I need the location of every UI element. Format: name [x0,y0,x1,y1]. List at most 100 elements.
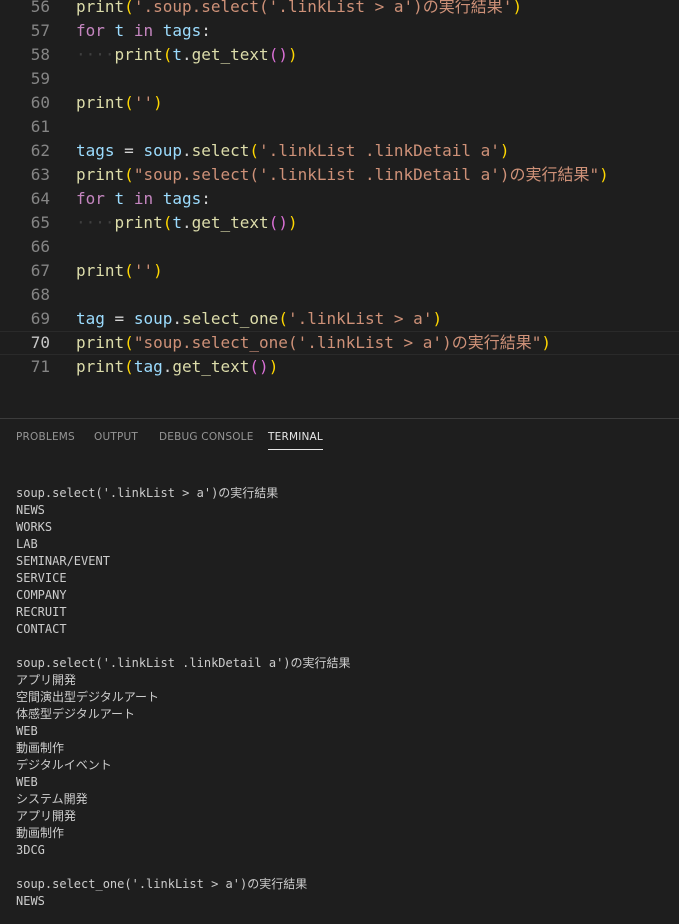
code-token: print [114,45,163,64]
terminal-line: COMPANY [16,588,67,602]
code-line[interactable]: 69 tag = soup.select_one('.linkList > a') [0,307,679,331]
terminal-line: 空間演出型デジタルアート [16,690,160,704]
code-token: get_text [172,357,250,376]
code-token: ) [499,141,510,160]
code-text: tags = soup.select('.linkList .linkDetai… [76,139,510,163]
code-line[interactable]: 70 print("soup.select_one('.linkList > a'… [0,331,679,355]
code-token: get_text [191,45,269,64]
code-line[interactable]: 62 tags = soup.select('.linkList .linkDet… [0,139,679,163]
code-token: for [76,189,105,208]
code-text: print(tag.get_text()) [76,355,278,379]
code-line[interactable]: 59 [0,67,679,91]
code-line[interactable]: 65 ····print(t.get_text()) [0,211,679,235]
line-number: 59 [30,69,50,88]
code-token: soup [133,309,173,328]
code-token: print [76,0,125,16]
code-text: tag = soup.select_one('.linkList > a') [76,307,442,331]
line-number: 57 [30,21,50,40]
terminal-line: WEB [16,775,38,789]
line-number: 61 [30,117,50,136]
code-token: : [201,21,211,40]
terminal-line: 動画制作 [16,741,65,755]
code-token: tags [162,21,202,40]
code-token: ( [124,0,134,16]
code-line[interactable]: 64 for t in tags: [0,187,679,211]
terminal-output[interactable]: soup.select('.linkList > a')の実行結果 NEWS WOR… [16,485,666,910]
code-text: ····print(t.get_text()) [76,211,298,235]
line-number: 70 [30,333,50,352]
code-text: print('') [76,259,163,283]
line-number: 65 [30,213,50,232]
terminal-line: SERVICE [16,571,67,585]
code-text: print('') [76,91,163,115]
tab-output[interactable]: OUTPUT [94,431,138,449]
code-line[interactable]: 61 [0,115,679,139]
code-token: t [114,21,125,40]
code-token: ) [153,93,163,112]
code-token: ( [278,309,288,328]
line-number: 64 [30,189,50,208]
terminal-line: SEMINAR/EVENT [16,554,110,568]
code-editor[interactable]: 56 print('.soup.select('.linkList > a')の実… [0,0,679,418]
terminal-line: WEB [16,724,38,738]
code-token: '' [133,93,154,112]
code-line[interactable]: 71 print(tag.get_text()) [0,355,679,379]
panel-tabs: PROBLEMS OUTPUT DEBUG CONSOLE TERMINAL [0,419,679,455]
code-line[interactable]: 60 print('') [0,91,679,115]
terminal-line: soup.select('.linkList > a')の実行結果 [16,486,279,500]
code-token: print [76,165,125,184]
code-line[interactable]: 68 [0,283,679,307]
code-token: tags [162,189,202,208]
code-text: print('.soup.select('.linkList > a')の実行結… [76,0,522,19]
line-number: 67 [30,261,50,280]
code-text: for t in tags: [76,19,211,43]
tab-terminal[interactable]: TERMINAL [268,431,323,450]
code-token: ( [124,93,134,112]
code-token: t [114,189,125,208]
code-token: print [76,357,125,376]
code-token: () [268,45,288,64]
line-number: 60 [30,93,50,112]
tab-debug-console[interactable]: DEBUG CONSOLE [159,431,254,449]
terminal-line: アプリ開発 [16,673,77,687]
code-text: for t in tags: [76,187,211,211]
tab-problems[interactable]: PROBLEMS [16,431,75,449]
code-token: ) [599,165,609,184]
code-token: = [114,141,144,160]
code-token: ···· [76,213,115,232]
code-token: tag [76,309,105,328]
code-token: get_text [191,213,269,232]
code-line[interactable]: 57 for t in tags: [0,19,679,43]
code-token: '.linkList .linkDetail a' [259,141,500,160]
bottom-panel: PROBLEMS OUTPUT DEBUG CONSOLE TERMINAL s… [0,418,679,924]
code-token: "soup.select_one('.linkList > a')の実行結果" [133,333,542,352]
code-token: tags [76,141,115,160]
code-text: print("soup.select('.linkList .linkDetai… [76,163,609,187]
code-token: tag [133,357,163,376]
code-line[interactable]: 58 ····print(t.get_text()) [0,43,679,67]
terminal-line: 動画制作 [16,826,65,840]
code-line[interactable]: 63 print("soup.select('.linkList .linkDet… [0,163,679,187]
code-line[interactable]: 56 print('.soup.select('.linkList > a')の実… [0,0,679,19]
terminal-line: LAB [16,537,38,551]
terminal-line: soup.select('.linkList .linkDetail a')の実… [16,656,351,670]
code-token: print [114,213,163,232]
line-number: 63 [30,165,50,184]
line-number: 62 [30,141,50,160]
terminal-line: NEWS [16,503,45,517]
code-line[interactable]: 67 print('') [0,259,679,283]
line-number: 69 [30,309,50,328]
code-token: ) [268,357,279,376]
code-text: ····print(t.get_text()) [76,43,298,67]
code-token: for [76,21,105,40]
code-token: soup [143,141,182,160]
code-token: ( [124,357,134,376]
code-token: ( [162,45,173,64]
code-line[interactable]: 66 [0,235,679,259]
terminal-line: デジタルイベント [16,758,112,772]
terminal-line: CONTACT [16,622,67,636]
code-token: print [76,93,125,112]
terminal-line: システム開発 [16,792,88,806]
code-token: '' [133,261,154,280]
